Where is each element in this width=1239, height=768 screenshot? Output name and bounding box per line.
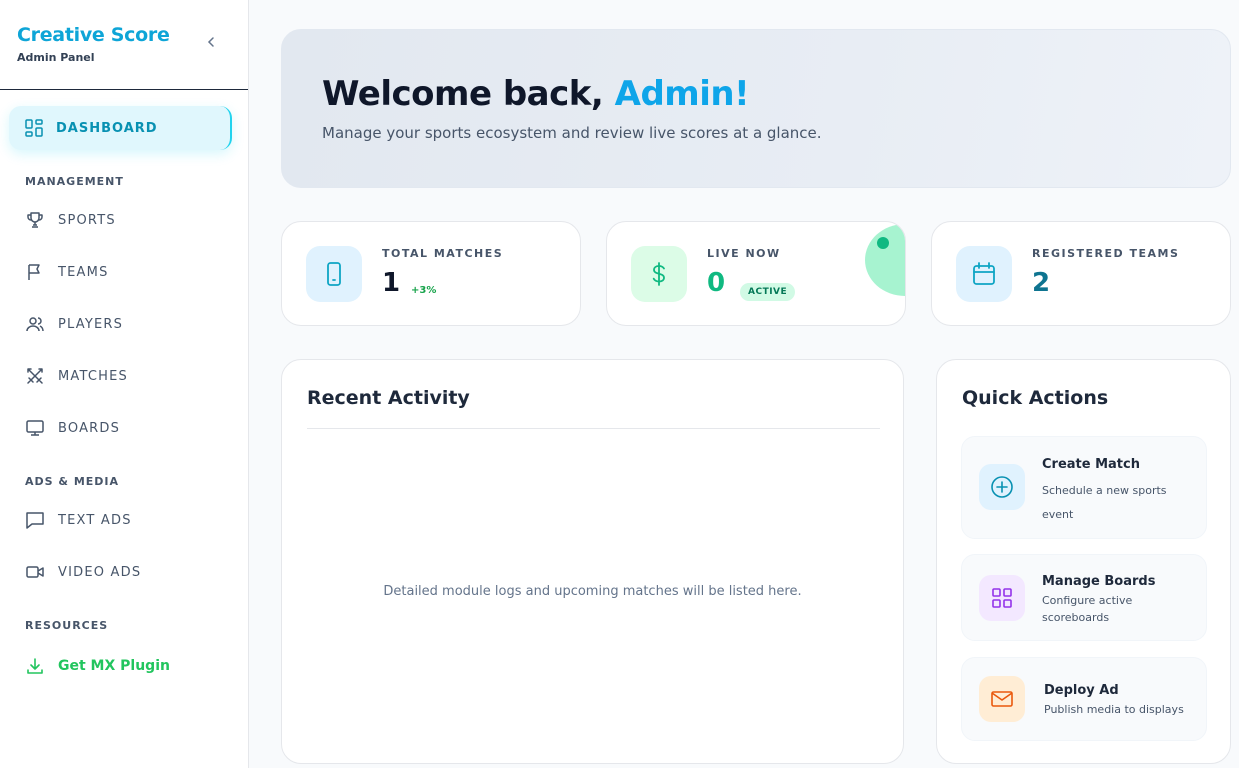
sidebar-item-players[interactable]: PLAYERS: [25, 311, 123, 337]
action-title: Deploy Ad: [1044, 683, 1119, 698]
collapse-sidebar-button[interactable]: [203, 33, 219, 51]
action-title: Create Match: [1042, 457, 1140, 472]
manage-boards-action[interactable]: Manage Boards Configure active scoreboar…: [961, 554, 1207, 641]
message-icon: [26, 512, 44, 529]
sidebar-item-teams[interactable]: TEAMS: [25, 259, 109, 285]
sidebar-item-label: BOARDS: [58, 420, 121, 436]
section-resources-heading: RESOURCES: [25, 619, 109, 632]
deploy-ad-action[interactable]: Deploy Ad Publish media to displays: [961, 657, 1207, 741]
recent-activity-title: Recent Activity: [307, 387, 470, 409]
sidebar-item-label: MATCHES: [58, 368, 128, 384]
stat-value: 1: [382, 268, 401, 298]
calendar-icon: [973, 262, 995, 285]
action-icon-box: [979, 676, 1025, 722]
sidebar-item-label: PLAYERS: [58, 316, 124, 332]
stat-icon-box: [306, 246, 362, 302]
sidebar-item-video-ads[interactable]: VIDEO ADS: [25, 559, 141, 585]
welcome-subtitle: Manage your sports ecosystem and review …: [322, 124, 822, 142]
welcome-name: Admin!: [614, 74, 750, 114]
stat-value: 0: [707, 268, 726, 298]
stat-label: TOTAL MATCHES: [382, 247, 504, 260]
plus-circle-icon: [991, 476, 1013, 498]
live-indicator-dot: [877, 237, 889, 249]
action-description: Publish media to displays: [1044, 703, 1184, 716]
sidebar-item-dashboard[interactable]: DASHBOARD: [9, 106, 232, 150]
sidebar-item-matches[interactable]: MATCHES: [25, 363, 128, 389]
stat-card-total-matches: TOTAL MATCHES 1 +3%: [281, 221, 581, 326]
welcome-banner: Welcome back, Admin! Manage your sports …: [281, 29, 1231, 188]
plugin-label: Get MX Plugin: [58, 658, 170, 674]
quick-actions-panel: Quick Actions Create Match Schedule a ne…: [936, 359, 1231, 764]
brand-subtitle: Admin Panel: [17, 51, 95, 64]
brand: Creative Score Admin Panel: [17, 24, 170, 64]
welcome-heading: Welcome back, Admin!: [322, 74, 750, 114]
stat-label: LIVE NOW: [707, 247, 781, 260]
brand-divider: [0, 89, 248, 90]
status-badge: ACTIVE: [740, 283, 796, 301]
sidebar-item-label: TEAMS: [58, 264, 109, 280]
action-description: Configure active scoreboards: [1042, 594, 1133, 624]
stat-label: REGISTERED TEAMS: [1032, 247, 1180, 260]
monitor-icon: [26, 420, 44, 436]
get-plugin-link[interactable]: Get MX Plugin: [25, 654, 170, 678]
sidebar-item-label: TEXT ADS: [58, 512, 132, 528]
swords-icon: [27, 368, 43, 384]
grid-icon: [992, 588, 1012, 608]
trophy-icon: [27, 212, 43, 228]
grid-icon: [25, 119, 43, 137]
action-icon-box: [979, 464, 1025, 510]
chevron-left-icon: [207, 37, 214, 47]
empty-state-message: Detailed module logs and upcoming matche…: [383, 584, 802, 599]
stat-icon-box: [631, 246, 687, 302]
action-icon-box: [979, 575, 1025, 621]
create-match-action[interactable]: Create Match Schedule a new sports event: [961, 436, 1207, 539]
sidebar-item-label: VIDEO ADS: [58, 564, 142, 580]
sidebar-item-text-ads[interactable]: TEXT ADS: [25, 507, 132, 533]
section-management-heading: MANAGEMENT: [25, 175, 124, 188]
mail-icon: [991, 691, 1013, 707]
live-decoration: [865, 224, 905, 296]
download-icon: [27, 658, 43, 674]
sidebar-item-label: SPORTS: [58, 212, 116, 228]
dollar-icon: [652, 262, 665, 286]
recent-activity-panel: Recent Activity Detailed module logs and…: [281, 359, 904, 764]
welcome-greeting: Welcome back,: [322, 74, 615, 114]
stat-card-live-now: LIVE NOW 0 ACTIVE: [606, 221, 906, 326]
section-ads-heading: ADS & MEDIA: [25, 475, 120, 488]
stat-value: 2: [1032, 268, 1051, 298]
smartphone-icon: [327, 262, 341, 286]
sidebar-item-label: DASHBOARD: [56, 120, 158, 136]
quick-actions-title: Quick Actions: [962, 387, 1109, 409]
sidebar-item-sports[interactable]: SPORTS: [25, 207, 116, 233]
stat-icon-box: [956, 246, 1012, 302]
stat-trend: +3%: [411, 285, 437, 296]
users-icon: [26, 317, 44, 332]
sidebar-item-boards[interactable]: BOARDS: [25, 415, 120, 441]
flag-icon: [28, 264, 40, 280]
action-title: Manage Boards: [1042, 574, 1156, 589]
sidebar: Creative Score Admin Panel DASHBOARD MAN…: [0, 0, 249, 768]
video-icon: [26, 566, 44, 578]
stat-card-registered-teams: REGISTERED TEAMS 2: [931, 221, 1231, 326]
panel-divider: [307, 428, 880, 429]
action-description: Schedule a new sports event: [1042, 484, 1167, 521]
brand-title: Creative Score: [17, 24, 170, 46]
